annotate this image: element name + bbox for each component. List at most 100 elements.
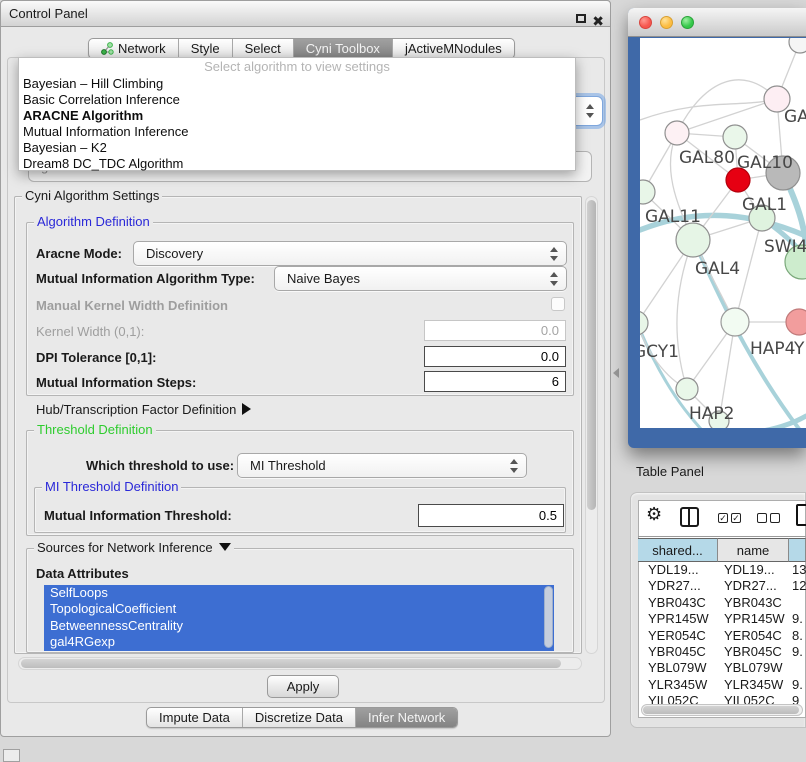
deselect-all-checkbox-icon[interactable]: [770, 513, 780, 523]
tab-style[interactable]: Style: [178, 39, 232, 58]
mi-threshold-title: MI Threshold Definition: [42, 480, 181, 494]
scrollbar-thumb[interactable]: [587, 200, 596, 510]
tab-select[interactable]: Select: [232, 39, 293, 58]
node-gal11[interactable]: [640, 180, 655, 204]
dropdown-item[interactable]: Bayesian – K2: [19, 140, 575, 156]
list-item[interactable]: SelfLoops: [44, 585, 554, 601]
tab-cyni-toolbox[interactable]: Cyni Toolbox: [293, 39, 392, 58]
manual-kernel-checkbox[interactable]: [551, 297, 565, 311]
table-row[interactable]: YBR045CYBR045C9.: [638, 644, 806, 660]
settings-horizontal-scrollbar[interactable]: [18, 657, 582, 670]
document-icon[interactable]: [796, 504, 806, 526]
stepper-arrows-icon: [586, 104, 594, 118]
zoom-traffic-light-icon[interactable]: [681, 16, 694, 29]
table-horizontal-scrollbar[interactable]: [641, 704, 803, 716]
node-label: GAL: [784, 107, 806, 127]
apply-button[interactable]: Apply: [267, 675, 339, 698]
control-panel-tabs: Network Style Select Cyni Toolbox jActiv…: [88, 38, 515, 59]
column-header-shared-name[interactable]: shared...: [638, 538, 718, 562]
control-panel-title: Control Panel: [9, 6, 88, 21]
aracne-mode-label: Aracne Mode:: [36, 246, 122, 261]
dropdown-item[interactable]: Basic Correlation Inference: [19, 92, 575, 108]
scrollbar-thumb[interactable]: [21, 659, 561, 668]
hub-definition-toggle[interactable]: Hub/Transcription Factor Definition: [36, 402, 251, 417]
close-icon[interactable]: ✖: [592, 9, 604, 34]
aracne-mode-combobox[interactable]: Discovery: [133, 241, 567, 266]
split-panel-icon[interactable]: [680, 507, 699, 527]
node-label: GAL80: [679, 148, 735, 168]
dropdown-item[interactable]: Dream8 DC_TDC Algorithm: [19, 156, 575, 172]
node-label: GAL4: [695, 259, 740, 279]
node-gal80[interactable]: [665, 121, 689, 145]
node-gal10[interactable]: [723, 125, 747, 149]
settings-vertical-scrollbar[interactable]: [585, 196, 598, 654]
list-scrollbar[interactable]: [544, 586, 553, 648]
list-item[interactable]: TopologicalCoefficient: [44, 601, 554, 617]
table-panel-title: Table Panel: [636, 464, 704, 479]
table-row[interactable]: YBL079WYBL079W: [638, 660, 806, 676]
network-graph: GAL GAL80 GAL10 GAL1 GAL11 SWI4 GAL4 GCY…: [640, 38, 806, 428]
sources-title[interactable]: Sources for Network Inference: [34, 541, 234, 555]
dropdown-item[interactable]: Bayesian – Hill Climbing: [19, 76, 575, 92]
list-item[interactable]: BetweennessCentrality: [44, 618, 554, 634]
chevron-down-icon: [219, 543, 231, 551]
table-row[interactable]: YDL19...YDL19...13: [638, 562, 806, 578]
table-row[interactable]: YPR145WYPR145W9.: [638, 611, 806, 627]
deselect-all-checkbox-icon[interactable]: [757, 513, 767, 523]
tab-jactivemnodules[interactable]: jActiveMNodules: [392, 39, 514, 58]
scrollbar-thumb[interactable]: [643, 706, 799, 714]
dpi-tolerance-field[interactable]: [424, 346, 566, 367]
table-row[interactable]: YIL052CYIL052C9: [638, 693, 806, 704]
cyni-settings-title: Cyni Algorithm Settings: [22, 189, 162, 203]
tab-network[interactable]: Network: [89, 39, 178, 58]
dropdown-item-selected[interactable]: ARACNE Algorithm: [19, 108, 575, 124]
node-label: Y: [793, 339, 805, 359]
table-row[interactable]: YDR27...YDR27...12: [638, 578, 806, 594]
table-row[interactable]: YLR345WYLR345W9.: [638, 677, 806, 693]
node[interactable]: [789, 38, 806, 53]
column-header-name[interactable]: name: [718, 538, 789, 562]
tab-discretize-data[interactable]: Discretize Data: [242, 708, 355, 727]
close-traffic-light-icon[interactable]: [639, 16, 652, 29]
node-hap2[interactable]: [676, 378, 698, 400]
tab-infer-network[interactable]: Infer Network: [355, 708, 457, 727]
table-row[interactable]: YBR043CYBR043C: [638, 595, 806, 611]
list-item[interactable]: gal4RGexp: [44, 634, 554, 650]
node-salmon[interactable]: [786, 309, 806, 335]
stepper-arrows-icon: [550, 247, 558, 261]
algorithm-definition-title: Algorithm Definition: [34, 215, 153, 229]
float-window-icon[interactable]: [576, 14, 586, 23]
toolbar-divider: [638, 536, 806, 537]
data-attributes-list[interactable]: SelfLoops TopologicalCoefficient Between…: [44, 585, 554, 651]
table-row[interactable]: YER054CYER054C8.: [638, 628, 806, 644]
network-canvas[interactable]: GAL GAL80 GAL10 GAL1 GAL11 SWI4 GAL4 GCY…: [640, 38, 806, 428]
stepper-arrows-icon: [550, 272, 558, 286]
mi-threshold-field[interactable]: [418, 504, 564, 527]
column-header-partial[interactable]: [789, 538, 806, 562]
algorithm-dropdown-popup: Select algorithm to view settings Bayesi…: [18, 57, 576, 171]
node-label: GAL11: [645, 207, 701, 227]
network-window-titlebar: [628, 8, 806, 37]
which-threshold-combobox[interactable]: MI Threshold: [237, 453, 527, 478]
node-gal4[interactable]: [676, 223, 710, 257]
gear-icon[interactable]: ⚙: [646, 504, 662, 525]
node-label: SWI4: [764, 237, 806, 257]
dock-icon[interactable]: [3, 749, 20, 762]
mi-type-combobox[interactable]: Naive Bayes: [274, 266, 567, 291]
tab-impute-data[interactable]: Impute Data: [147, 708, 242, 727]
select-all-checkbox-icon[interactable]: ✓: [718, 513, 728, 523]
select-all-checkbox-icon[interactable]: ✓: [731, 513, 741, 523]
dropdown-item[interactable]: Mutual Information Inference: [19, 124, 575, 140]
mi-type-label: Mutual Information Algorithm Type:: [36, 271, 255, 286]
node-label: GAL1: [742, 195, 787, 215]
dpi-tolerance-label: DPI Tolerance [0,1]:: [36, 350, 156, 365]
table-rows: YDL19...YDL19...13 YDR27...YDR27...12 YB…: [638, 562, 806, 704]
kernel-width-field[interactable]: [424, 320, 566, 341]
control-panel-titlebar: Control Panel ✖: [0, 0, 611, 27]
splitter-collapse-icon[interactable]: [613, 368, 619, 378]
mi-steps-field[interactable]: [424, 371, 566, 392]
node-gcy1[interactable]: [640, 311, 648, 335]
node-hap4[interactable]: [721, 308, 749, 336]
minimize-traffic-light-icon[interactable]: [660, 16, 673, 29]
threshold-definition-title: Threshold Definition: [34, 423, 156, 437]
